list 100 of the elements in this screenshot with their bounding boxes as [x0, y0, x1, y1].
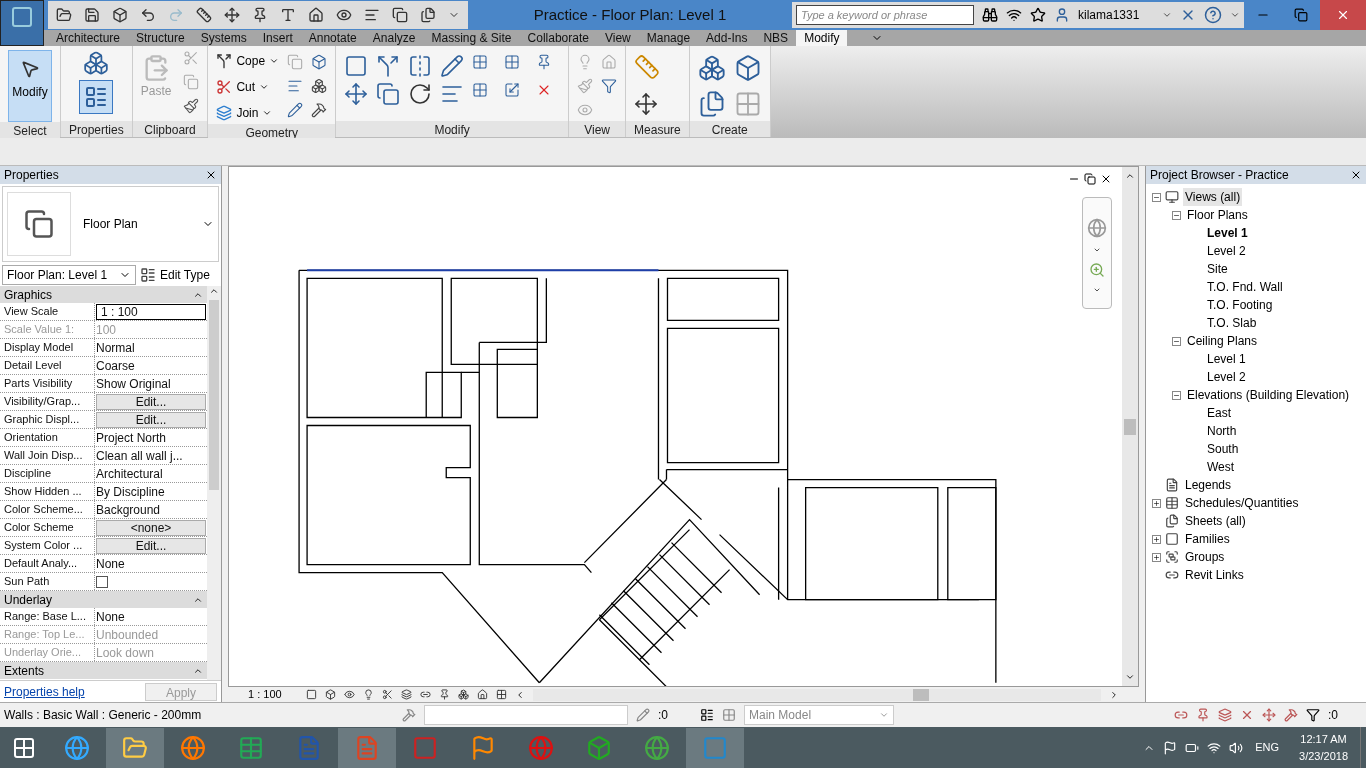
tree-item[interactable]: Floor Plans	[1185, 206, 1250, 224]
scroll-up-icon[interactable]	[1125, 171, 1135, 181]
view-control-icon[interactable]	[401, 689, 412, 700]
tree-item[interactable]: Legends	[1183, 476, 1234, 494]
collapse-box[interactable]	[1172, 336, 1181, 346]
close-icon[interactable]	[205, 169, 217, 181]
ribbon-tab[interactable]: Analyze	[364, 30, 424, 46]
geometry-tool-button[interactable]: Cut	[216, 76, 280, 98]
view-control-icon[interactable]	[477, 689, 488, 700]
ribbon-tab[interactable]: Massing & Site	[423, 30, 520, 46]
navigation-bar[interactable]	[1082, 197, 1112, 309]
ribbon-tab[interactable]: Structure	[128, 30, 193, 46]
scroll-thumb[interactable]	[1124, 418, 1136, 435]
restore-icon[interactable]	[1084, 173, 1096, 185]
array-icon[interactable]	[472, 82, 489, 98]
tree-item[interactable]: T.O. Footing	[1205, 296, 1275, 314]
tree-item[interactable]: Schedules/Quantities	[1183, 494, 1301, 512]
ribbon-tab[interactable]: Architecture	[48, 30, 129, 46]
restore-icon[interactable]	[1294, 8, 1308, 22]
collapse-box[interactable]	[1152, 192, 1161, 202]
user-icon[interactable]	[1054, 7, 1070, 23]
mirror-icon[interactable]	[408, 54, 433, 78]
tree-item[interactable]: Views (all)	[1183, 188, 1243, 206]
pencil-icon[interactable]	[287, 102, 304, 118]
scroll-thumb[interactable]	[209, 300, 219, 490]
paintbrush-icon[interactable]	[183, 98, 200, 114]
geometry-tool-button[interactable]: Join	[216, 102, 280, 124]
tree-item[interactable]: Families	[1183, 530, 1232, 548]
view-control-icon[interactable]	[344, 689, 355, 700]
expand-box[interactable]	[1152, 498, 1161, 508]
binoculars-icon[interactable]	[982, 7, 998, 23]
view-control-icon[interactable]	[496, 689, 507, 700]
tree-item[interactable]: Site	[1205, 260, 1230, 278]
star-icon[interactable]	[1030, 7, 1046, 23]
tree-item[interactable]: Groups	[1183, 548, 1227, 566]
help-icon[interactable]	[1204, 6, 1222, 24]
scrollbar[interactable]	[207, 286, 221, 680]
view-control-icon[interactable]	[458, 689, 469, 700]
view-control-icon[interactable]	[306, 689, 317, 700]
close-icon[interactable]	[1100, 173, 1112, 185]
open-icon[interactable]	[56, 7, 72, 23]
scroll-left-icon[interactable]	[515, 689, 525, 700]
scrollbar[interactable]	[1122, 167, 1138, 686]
tree-item[interactable]: Elevations (Building Elevation)	[1185, 386, 1352, 404]
instance-dropdown[interactable]: Floor Plan: Level 1	[2, 265, 136, 285]
house-icon[interactable]	[308, 7, 324, 23]
start-icon[interactable]	[12, 735, 36, 760]
language-indicator[interactable]: ENG	[1255, 739, 1280, 756]
tree-item[interactable]: T.O. Slab	[1205, 314, 1259, 332]
scroll-thumb[interactable]	[913, 688, 929, 701]
tree-item[interactable]: West	[1205, 458, 1237, 476]
hammer-icon[interactable]	[311, 102, 328, 118]
app-menu-button[interactable]	[0, 0, 44, 46]
ruler-icon[interactable]	[634, 54, 661, 80]
tree-item[interactable]: East	[1205, 404, 1233, 422]
ribbon-tab[interactable]: Systems	[192, 30, 255, 46]
collapse-box[interactable]	[1172, 210, 1181, 220]
properties-help-link[interactable]: Properties help	[4, 682, 85, 701]
edit-button[interactable]: <none>	[96, 519, 206, 536]
tree-item[interactable]: Level 2	[1205, 242, 1248, 260]
ribbon-tab[interactable]: Add-Ins	[698, 30, 756, 46]
rotate-icon[interactable]	[408, 82, 433, 106]
geometry-tool-button[interactable]: Cope	[216, 50, 280, 72]
undo-icon[interactable]	[140, 7, 156, 23]
search-field[interactable]: Type a keyword or phrase	[796, 5, 974, 25]
scroll-right-icon[interactable]	[1109, 689, 1119, 700]
tree-item[interactable]: Level 1	[1205, 350, 1248, 368]
tree-item[interactable]: T.O. Fnd. Wall	[1205, 278, 1285, 296]
move-icon[interactable]	[344, 82, 369, 106]
save-icon[interactable]	[84, 7, 100, 23]
selected-wall[interactable]	[306, 269, 660, 272]
view-control-icon[interactable]	[439, 689, 450, 700]
ribbon-tab[interactable]: Annotate	[300, 30, 365, 46]
ribbon-tab[interactable]: Collaborate	[519, 30, 597, 46]
scroll-down-icon[interactable]	[1125, 672, 1135, 682]
properties-button[interactable]	[79, 80, 114, 114]
tree-item[interactable]: Revit Links	[1183, 566, 1246, 584]
view-control-icon[interactable]	[382, 689, 393, 700]
filter-lines-icon[interactable]	[601, 78, 618, 94]
tree-item[interactable]: Level 1	[1205, 224, 1250, 242]
measure-icon[interactable]	[196, 7, 212, 23]
ribbon-tab[interactable]: Modify	[796, 30, 848, 46]
filter-icon[interactable]	[1306, 708, 1320, 722]
tree-item[interactable]: North	[1205, 422, 1239, 440]
model-dropdown[interactable]: Main Model	[744, 705, 894, 725]
cubes-icon[interactable]	[311, 78, 328, 94]
tree-item[interactable]: South	[1205, 440, 1241, 458]
horizontal-scrollbar[interactable]	[533, 688, 1101, 701]
flag-icon[interactable]	[1163, 740, 1178, 755]
view-scale-button[interactable]: 1 : 100	[228, 686, 298, 702]
type-properties-icon[interactable]	[83, 50, 110, 76]
edit-button[interactable]: Edit...	[96, 411, 206, 428]
signal-icon[interactable]	[1207, 740, 1222, 755]
clock-date[interactable]: 3/23/2018	[1299, 747, 1348, 764]
user-name[interactable]: kilama1331	[1078, 6, 1154, 24]
expand-box[interactable]	[1152, 552, 1161, 562]
caret-icon[interactable]	[1162, 10, 1172, 20]
taskbar-app-icon[interactable]	[106, 727, 164, 768]
caret-icon[interactable]	[1230, 10, 1240, 20]
expand-box[interactable]	[1152, 534, 1161, 544]
